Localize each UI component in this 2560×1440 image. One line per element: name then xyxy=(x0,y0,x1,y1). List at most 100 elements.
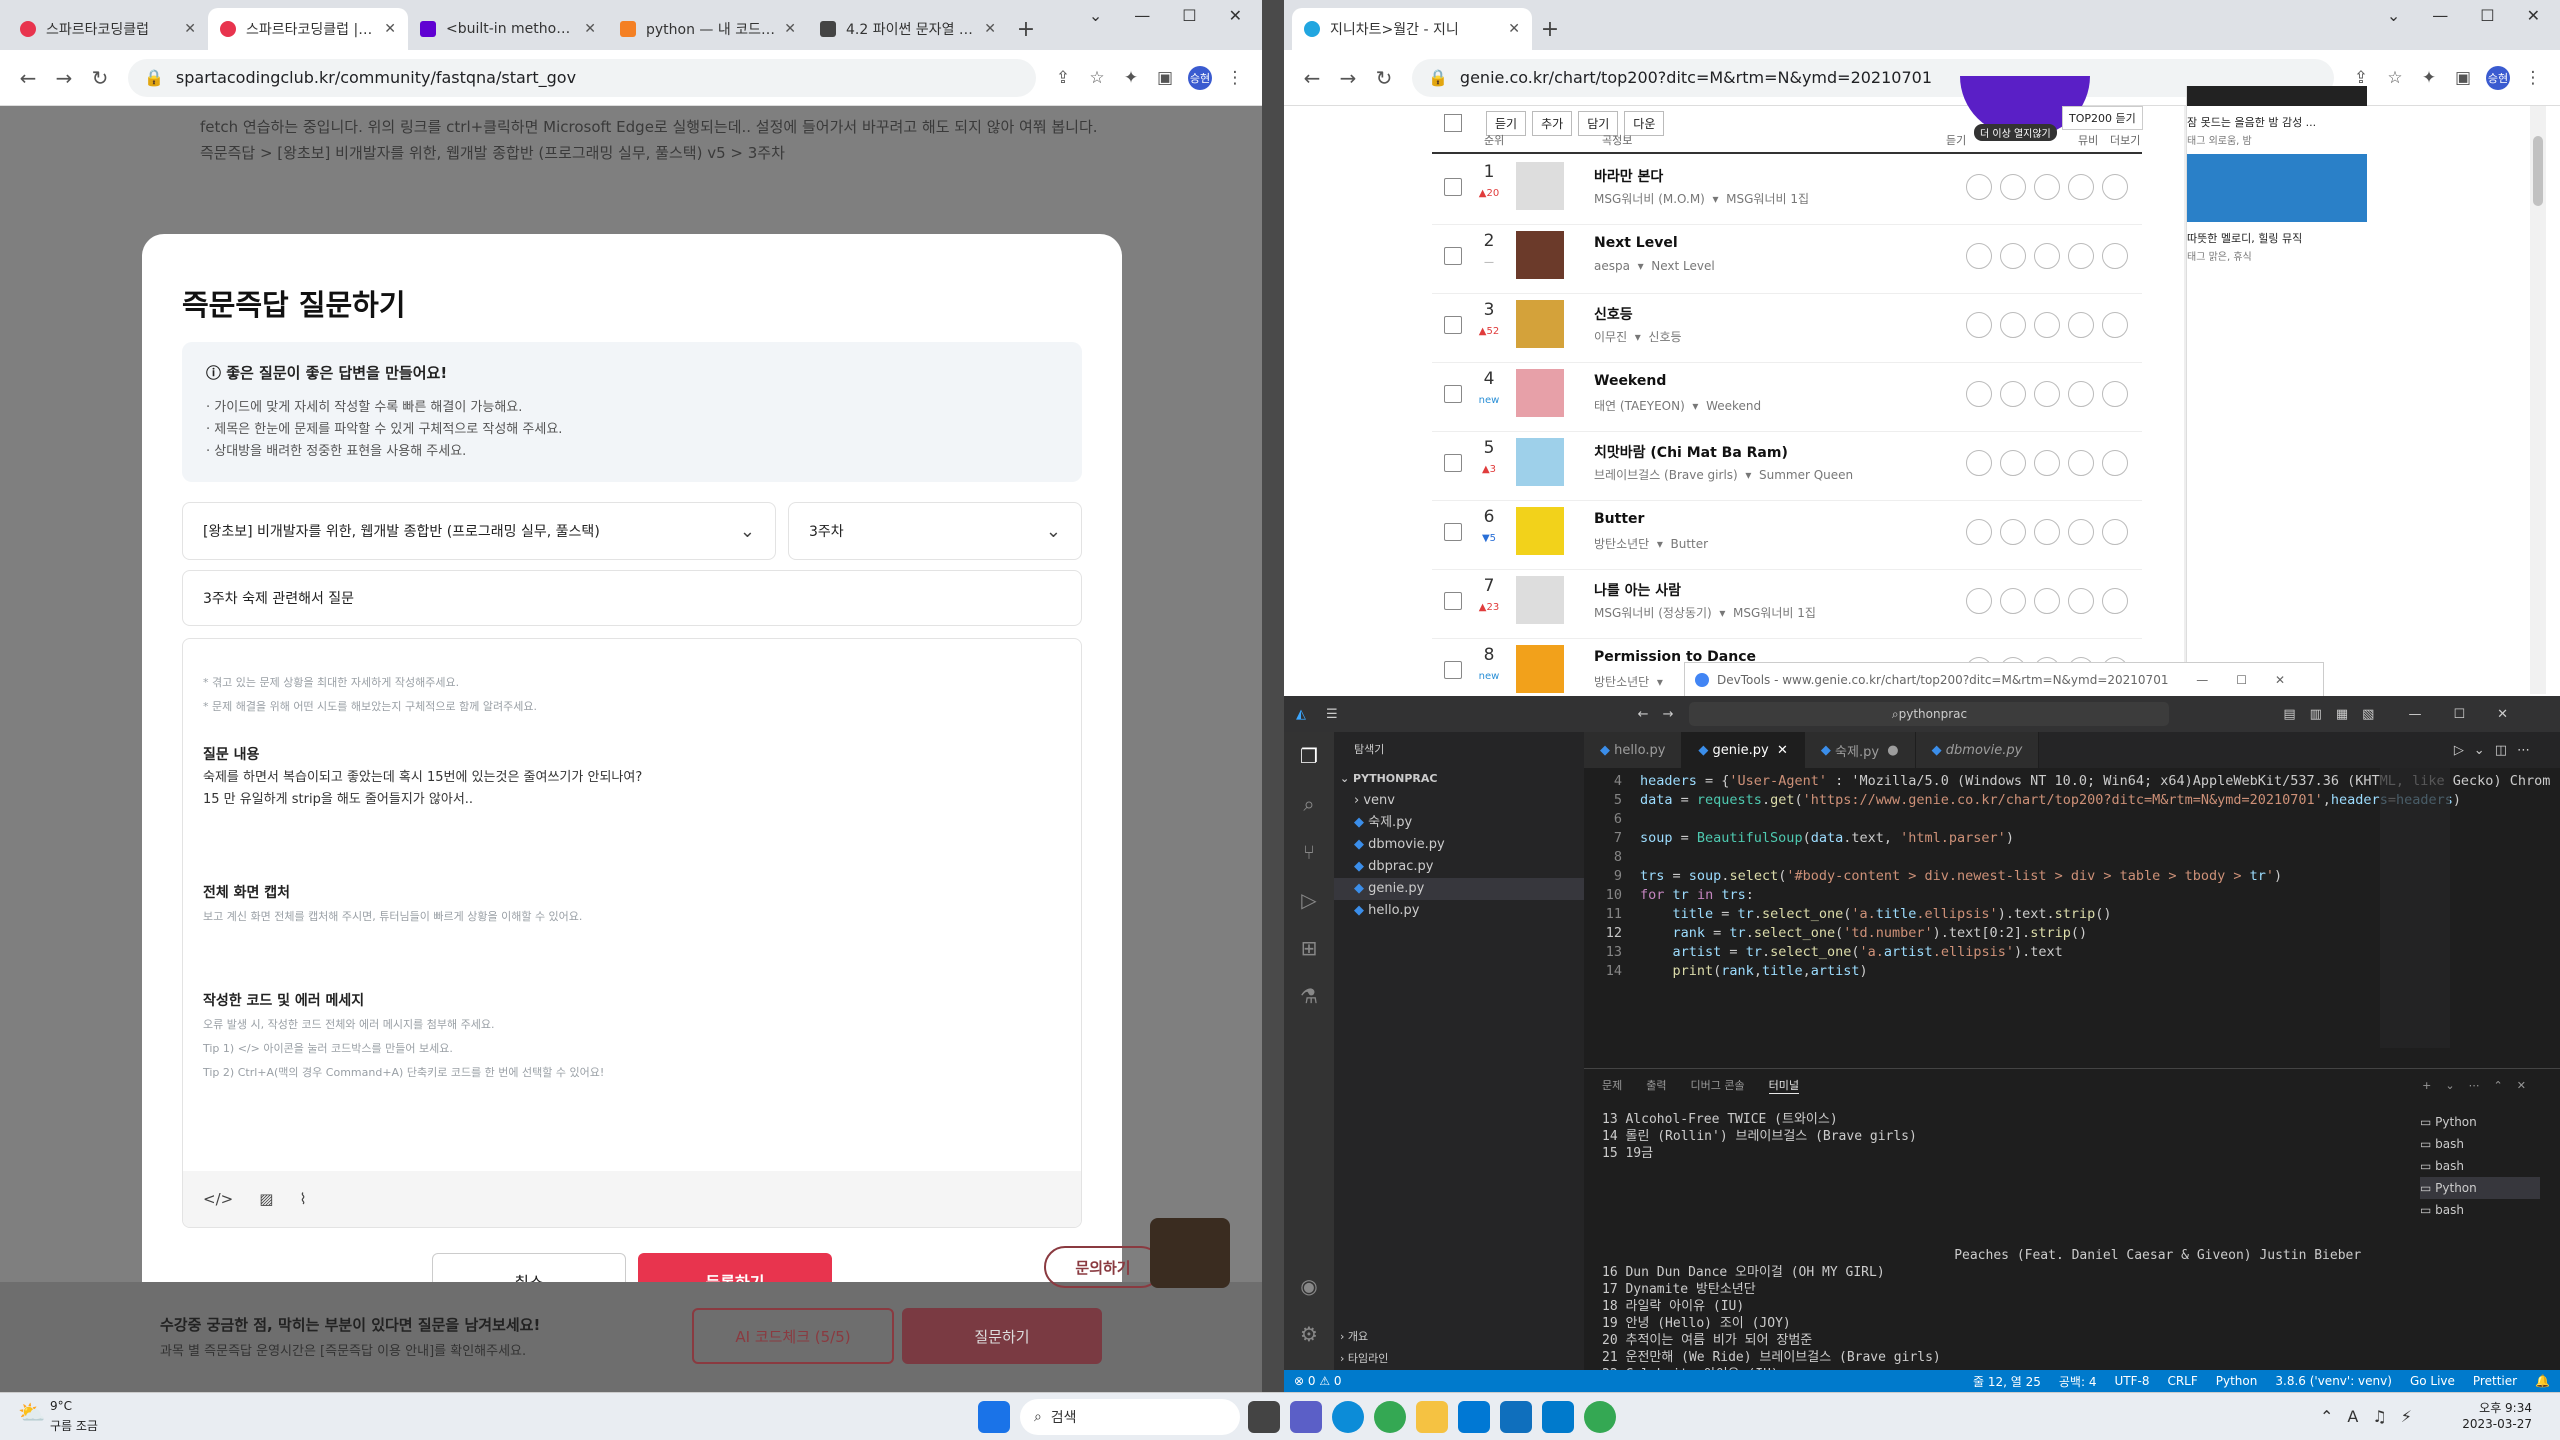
close-icon[interactable]: ✕ xyxy=(1508,21,1520,37)
maximize-icon[interactable]: ☐ xyxy=(2480,6,2494,25)
store-icon[interactable] xyxy=(1458,1401,1490,1433)
chart-row[interactable]: 7 ▲23 나를 아는 사람 MSG워너비 (정상동기) ▾ MSG워너비 1집 xyxy=(1432,570,2142,639)
add-button[interactable]: 추가 xyxy=(1532,110,1573,136)
mv-icon[interactable] xyxy=(2102,174,2128,200)
row-checkbox[interactable] xyxy=(1444,592,1462,610)
playlist-thumb-1[interactable] xyxy=(2187,86,2367,106)
album-art[interactable] xyxy=(1516,369,1564,417)
album-name[interactable]: MSG워너비 1집 xyxy=(1733,606,1816,620)
sidepanel-icon[interactable]: ▣ xyxy=(2446,68,2480,88)
album-name[interactable]: Summer Queen xyxy=(1759,468,1853,482)
download-icon[interactable] xyxy=(2068,174,2094,200)
profile-avatar[interactable]: 승현 xyxy=(1188,65,1212,90)
minimize-icon[interactable]: — xyxy=(2432,6,2448,25)
artist-name[interactable]: 방탄소년단 xyxy=(1594,675,1649,689)
folder-icon[interactable] xyxy=(2034,381,2060,407)
tab-homework-py[interactable]: ◆ 숙제.py ● xyxy=(1804,732,1916,768)
file-item[interactable]: ◆ hello.py xyxy=(1334,900,1584,922)
forward-icon[interactable]: → xyxy=(46,66,82,90)
tray-icons[interactable]: ⌃A♫⚡ xyxy=(2320,1407,2426,1426)
run-icon[interactable]: ▷⌄◫⋯ xyxy=(2454,743,2540,758)
chrome-profile-icon[interactable] xyxy=(1584,1401,1616,1433)
problems-count[interactable]: ⊗ 0 ⚠ 0 xyxy=(1294,1374,1342,1388)
task-view-icon[interactable] xyxy=(1248,1401,1280,1433)
bookmark-star-icon[interactable]: ☆ xyxy=(1080,68,1114,88)
tab-hello-py[interactable]: ◆ hello.py xyxy=(1584,732,1683,768)
reload-icon[interactable]: ↻ xyxy=(82,66,118,90)
tab-terminal[interactable]: 터미널 xyxy=(1768,1077,1799,1094)
chevron-down-icon[interactable]: ⌄ xyxy=(2387,6,2400,25)
add-icon[interactable] xyxy=(2000,381,2026,407)
forward-icon[interactable]: → xyxy=(1330,66,1366,90)
new-tab-button[interactable]: + xyxy=(1008,8,1044,50)
terminal-item-active[interactable]: ▭ Python xyxy=(2420,1177,2540,1199)
song-title[interactable]: Butter xyxy=(1594,511,1644,527)
album-name[interactable]: Weekend xyxy=(1706,399,1761,413)
tab-problems[interactable]: 문제 xyxy=(1602,1077,1622,1093)
add-icon[interactable] xyxy=(2000,174,2026,200)
chart-row[interactable]: 5 ▲3 치맛바람 (Chi Mat Ba Ram) 브레이브걸스 (Brave gi… xyxy=(1432,432,2142,501)
row-checkbox[interactable] xyxy=(1444,178,1462,196)
terminal-item[interactable]: ▭ bash xyxy=(2420,1199,2540,1221)
add-icon[interactable] xyxy=(2000,519,2026,545)
mv-icon[interactable] xyxy=(2102,588,2128,614)
artist-name[interactable]: 브레이브걸스 (Brave girls) xyxy=(1594,468,1738,482)
file-item[interactable]: › venv xyxy=(1334,790,1584,812)
tab-5[interactable]: 4.2 파이썬 문자열 strip()✕ xyxy=(808,8,1008,50)
folder-icon[interactable] xyxy=(2034,450,2060,476)
play-icon[interactable] xyxy=(1966,519,1992,545)
chart-row[interactable]: 2— Next Level aespa ▾ Next Level xyxy=(1432,225,2142,294)
notification-bell-icon[interactable]: 🔔 xyxy=(2535,1374,2550,1388)
command-center-search[interactable]: ⌕ pythonprac xyxy=(1689,702,2170,726)
album-art[interactable] xyxy=(1516,438,1564,486)
devtools-window-titlebar[interactable]: DevTools - www.genie.co.kr/chart/top200?… xyxy=(1684,662,2324,696)
windows-start-icon[interactable] xyxy=(978,1401,1010,1433)
playlist-thumb-2[interactable] xyxy=(2187,154,2367,222)
timeline-section[interactable]: › 타임라인 xyxy=(1334,1348,1388,1370)
terminal-item[interactable]: ▭ bash xyxy=(2420,1155,2540,1177)
tab-genie-py[interactable]: ◆ genie.py ✕ xyxy=(1682,732,1805,768)
gear-icon[interactable]: ⚙ xyxy=(1284,1310,1334,1358)
back-icon[interactable]: ← xyxy=(1638,707,1649,722)
artist-name[interactable]: MSG워너비 (정상동기) xyxy=(1594,606,1712,620)
album-art[interactable] xyxy=(1516,507,1564,555)
row-checkbox[interactable] xyxy=(1444,454,1462,472)
file-item[interactable]: ◆ dbprac.py xyxy=(1334,856,1584,878)
testing-icon[interactable]: ⚗ xyxy=(1284,972,1334,1020)
top200-listen-button[interactable]: TOP200 듣기 xyxy=(2062,106,2143,130)
download-icon[interactable] xyxy=(2068,243,2094,269)
panel-actions[interactable]: +⌄⋯⌃✕ xyxy=(2422,1079,2540,1092)
album-name[interactable]: Butter xyxy=(1670,537,1708,551)
ai-code-check-button[interactable]: AI 코드체크 (5/5) xyxy=(692,1308,894,1364)
tab-debug-console[interactable]: 디버그 콘솔 xyxy=(1691,1077,1745,1093)
chart-row[interactable]: 1 ▲20 바라만 본다 MSG워너비 (M.O.M) ▾ MSG워너비 1집 xyxy=(1432,156,2142,225)
account-icon[interactable]: ◉ xyxy=(1284,1262,1334,1310)
download-icon[interactable] xyxy=(2068,588,2094,614)
chart-row[interactable]: 4 new Weekend 태연 (TAEYEON) ▾ Weekend xyxy=(1432,363,2142,432)
download-icon[interactable] xyxy=(2068,312,2094,338)
sidepanel-icon[interactable]: ▣ xyxy=(1148,68,1182,88)
add-icon[interactable] xyxy=(2000,243,2026,269)
close-icon[interactable]: ✕ xyxy=(2527,6,2540,25)
mv-icon[interactable] xyxy=(2102,243,2128,269)
folder-icon[interactable] xyxy=(2034,243,2060,269)
tab-4[interactable]: python — 내 코드가 "내✕ xyxy=(608,8,808,50)
file-item[interactable]: ◆ 숙제.py xyxy=(1334,812,1584,834)
play-icon[interactable] xyxy=(1966,243,1992,269)
file-item[interactable]: ◆ dbmovie.py xyxy=(1334,834,1584,856)
album-art[interactable] xyxy=(1516,645,1564,693)
ask-question-button[interactable]: 질문하기 xyxy=(902,1308,1102,1364)
tab-1[interactable]: 스파르타코딩클럽 ✕ xyxy=(8,8,208,50)
terminal-output[interactable]: 13 Alcohol-Free TWICE (트와이스) 14 롤린 (Roll… xyxy=(1602,1111,2462,1383)
code-block-icon[interactable]: </> xyxy=(203,1190,233,1208)
close-icon[interactable]: ✕ xyxy=(984,21,996,37)
run-debug-icon[interactable]: ▷ xyxy=(1284,876,1334,924)
extensions-icon[interactable]: ⊞ xyxy=(1284,924,1334,972)
search-icon[interactable]: ⌕ xyxy=(1284,780,1334,828)
artist-name[interactable]: aespa xyxy=(1594,259,1630,273)
back-icon[interactable]: ← xyxy=(10,66,46,90)
add-icon[interactable] xyxy=(2000,588,2026,614)
extensions-icon[interactable]: ✦ xyxy=(2412,68,2446,88)
download-icon[interactable] xyxy=(2068,381,2094,407)
play-icon[interactable] xyxy=(1966,312,1992,338)
